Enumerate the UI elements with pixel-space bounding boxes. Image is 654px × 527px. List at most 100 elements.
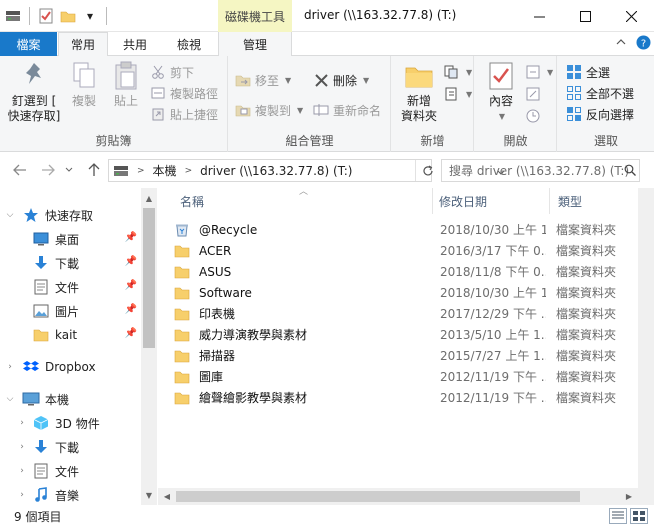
- file-name-cell: ASUS: [174, 265, 419, 279]
- up-button[interactable]: [84, 160, 104, 180]
- column-header-type[interactable]: 類型: [558, 188, 582, 214]
- new-folder-button[interactable]: 新增 資料夾: [396, 60, 442, 124]
- nav-vertical-scrollbar[interactable]: ▲ ▼: [141, 188, 157, 505]
- select-none-button[interactable]: 全部不選: [566, 83, 634, 103]
- nav-item-pc-downloads[interactable]: › 下載: [0, 435, 141, 459]
- recent-locations-button[interactable]: [62, 160, 76, 180]
- close-button[interactable]: [608, 0, 654, 32]
- properties-button[interactable]: 內容 ▼: [479, 60, 523, 124]
- collapse-chevron-icon[interactable]: ⌵: [4, 210, 16, 220]
- properties-icon[interactable]: [37, 7, 55, 25]
- expand-chevron-icon[interactable]: ›: [16, 466, 28, 476]
- open-button[interactable]: ▼: [525, 62, 553, 82]
- column-divider[interactable]: [432, 188, 433, 214]
- move-to-button[interactable]: 移至 ▼: [235, 70, 291, 90]
- scroll-right-arrow-icon[interactable]: ▶: [621, 488, 637, 504]
- file-name-cell: Software: [174, 286, 419, 300]
- file-name: 掃描器: [199, 349, 236, 363]
- expand-chevron-icon[interactable]: ›: [16, 418, 28, 428]
- nav-item-pictures[interactable]: 圖片 📌: [0, 299, 141, 323]
- search-icon[interactable]: [624, 164, 648, 179]
- maximize-button[interactable]: [562, 0, 608, 32]
- nav-item-desktop[interactable]: 桌面 📌: [0, 227, 141, 251]
- tab-manage[interactable]: 管理: [218, 32, 292, 56]
- nav-item-downloads[interactable]: 下載 📌: [0, 251, 141, 275]
- paste-shortcut-button[interactable]: 貼上捷徑: [150, 104, 218, 124]
- expand-chevron-icon[interactable]: ›: [16, 442, 28, 452]
- pin-icon[interactable]: 📌: [125, 280, 137, 291]
- new-item-button[interactable]: ▼: [444, 62, 472, 82]
- scroll-up-arrow-icon[interactable]: ▲: [141, 190, 157, 206]
- scroll-left-arrow-icon[interactable]: ◀: [159, 488, 175, 504]
- nav-item-documents[interactable]: 文件 📌: [0, 275, 141, 299]
- pin-icon[interactable]: 📌: [125, 256, 137, 267]
- file-row[interactable]: 印表機 2017/12/29 下午 ... 檔案資料夾: [174, 303, 638, 324]
- new-item-chevron-down-icon: ▼: [466, 67, 473, 77]
- minimize-button[interactable]: [516, 0, 562, 32]
- nav-scroll-thumb[interactable]: [143, 208, 155, 348]
- collapse-ribbon-chevron-icon[interactable]: [616, 36, 626, 49]
- pin-icon[interactable]: 📌: [125, 328, 137, 339]
- expand-chevron-icon[interactable]: ›: [16, 490, 28, 500]
- breadcrumb-separator-icon[interactable]: >: [137, 166, 145, 176]
- easy-access-button[interactable]: ▼: [444, 84, 472, 104]
- nav-item-kait[interactable]: kait 📌: [0, 323, 141, 347]
- copy-to-button[interactable]: 複製到 ▼: [235, 100, 303, 120]
- nav-item-pc-documents[interactable]: › 文件: [0, 459, 141, 483]
- file-row[interactable]: @Recycle 2018/10/30 上午 1... 檔案資料夾: [174, 219, 638, 240]
- edit-button[interactable]: [525, 84, 541, 104]
- file-vertical-scrollbar[interactable]: [638, 188, 654, 505]
- tab-share[interactable]: 共用: [112, 32, 158, 56]
- tab-home[interactable]: 常用: [58, 32, 108, 57]
- copy-button[interactable]: 複製: [64, 60, 104, 109]
- horizontal-scrollbar[interactable]: ◀ ▶: [158, 488, 638, 505]
- nav-item-dropbox[interactable]: › Dropbox: [0, 355, 141, 379]
- tab-view[interactable]: 檢視: [164, 32, 214, 56]
- collapse-chevron-icon[interactable]: ⌵: [4, 394, 16, 404]
- column-header-name[interactable]: 名稱: [180, 188, 204, 214]
- new-folder-icon[interactable]: [59, 7, 77, 25]
- pin-icon[interactable]: 📌: [125, 304, 137, 315]
- file-row[interactable]: 威力導演教學與素材 2013/5/10 上午 1... 檔案資料夾: [174, 324, 638, 345]
- file-row[interactable]: 繪聲繪影教學與素材 2012/11/19 下午 ... 檔案資料夾: [174, 387, 638, 408]
- file-date: 2018/10/30 上午 1...: [440, 286, 546, 300]
- breadcrumb-this-pc[interactable]: 本機: [153, 162, 177, 179]
- pin-to-quick-access-button[interactable]: 釘選到 [ 快速存取]: [4, 60, 64, 124]
- breadcrumb-separator-icon[interactable]: >: [185, 166, 193, 176]
- search-input[interactable]: 搜尋 driver (\\163.32.77.8) (T:): [441, 159, 640, 182]
- back-button[interactable]: [10, 160, 30, 180]
- file-row[interactable]: 掃描器 2015/7/27 上午 1... 檔案資料夾: [174, 345, 638, 366]
- file-row[interactable]: 圖庫 2012/11/19 下午 ... 檔案資料夾: [174, 366, 638, 387]
- cut-button[interactable]: 剪下: [150, 62, 194, 82]
- expand-chevron-icon[interactable]: ›: [4, 362, 16, 372]
- nav-item-this-pc[interactable]: ⌵ 本機: [0, 387, 141, 411]
- tab-file[interactable]: 檔案: [0, 32, 57, 56]
- nav-label-this-pc: 本機: [45, 392, 70, 407]
- invert-selection-button[interactable]: 反向選擇: [566, 104, 634, 124]
- rename-button[interactable]: 重新命名: [313, 100, 381, 120]
- horizontal-scroll-thumb[interactable]: [176, 491, 580, 502]
- forward-button[interactable]: [38, 160, 58, 180]
- pin-icon[interactable]: 📌: [125, 232, 137, 243]
- scroll-down-arrow-icon[interactable]: ▼: [141, 487, 157, 503]
- copy-path-button[interactable]: 複製路徑: [150, 83, 218, 103]
- qat-customize-chevron-down-icon[interactable]: ▾: [81, 7, 99, 25]
- nav-item-quick-access[interactable]: ⌵ 快速存取: [0, 203, 141, 227]
- large-icons-view-button[interactable]: [630, 508, 648, 524]
- column-header-date[interactable]: 修改日期: [439, 188, 487, 214]
- breadcrumb-drive[interactable]: driver (\\163.32.77.8) (T:): [200, 164, 352, 178]
- refresh-button[interactable]: [415, 160, 439, 181]
- history-button[interactable]: [525, 106, 541, 126]
- nav-item-3d-objects[interactable]: › 3D 物件: [0, 411, 141, 435]
- column-divider[interactable]: [549, 188, 550, 214]
- select-all-button[interactable]: 全選: [566, 62, 610, 82]
- help-icon[interactable]: ?: [636, 35, 651, 53]
- file-row[interactable]: ACER 2016/3/17 下午 0... 檔案資料夾: [174, 240, 638, 261]
- file-row[interactable]: Software 2018/10/30 上午 1... 檔案資料夾: [174, 282, 638, 303]
- file-row[interactable]: ASUS 2018/11/8 下午 0... 檔案資料夾: [174, 261, 638, 282]
- paste-button[interactable]: 貼上: [106, 60, 146, 109]
- details-view-button[interactable]: [609, 508, 627, 524]
- delete-button[interactable]: 刪除 ▼: [313, 70, 369, 90]
- nav-item-music[interactable]: › 音樂: [0, 483, 141, 505]
- address-bar[interactable]: > 本機 > driver (\\163.32.77.8) (T:): [108, 159, 505, 182]
